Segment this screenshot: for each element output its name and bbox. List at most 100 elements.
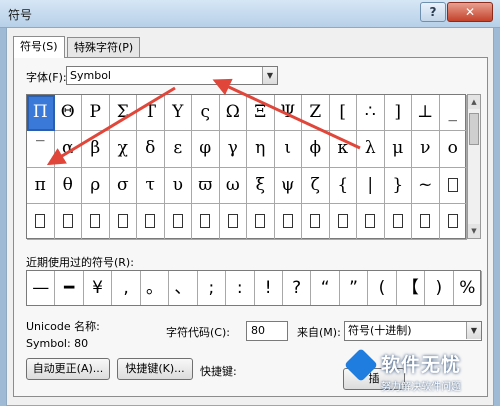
symbol-cell[interactable] bbox=[439, 203, 467, 240]
shortcut-label: 快捷键: bbox=[200, 365, 237, 378]
symbol-cell[interactable]: ε bbox=[164, 131, 192, 168]
font-select[interactable]: Symbol ▼ bbox=[66, 66, 278, 85]
symbol-cell[interactable]: ] bbox=[384, 95, 412, 132]
close-button[interactable]: ✕ bbox=[447, 2, 493, 22]
symbol-cell[interactable] bbox=[219, 203, 247, 240]
symbol-cell[interactable]: Ξ bbox=[247, 95, 275, 132]
symbol-cell[interactable]: Ω bbox=[219, 95, 247, 132]
symbol-cell[interactable]: λ bbox=[357, 131, 385, 168]
scroll-down-icon[interactable]: ▼ bbox=[468, 224, 480, 238]
chevron-down-icon[interactable]: ▼ bbox=[466, 322, 481, 339]
symbol-cell[interactable]: ω bbox=[219, 167, 247, 204]
tab-special-characters[interactable]: 特殊字符(P) bbox=[67, 37, 141, 57]
symbol-cell[interactable]: κ bbox=[329, 131, 357, 168]
help-button[interactable]: ? bbox=[420, 2, 446, 22]
symbol-cell[interactable] bbox=[137, 203, 165, 240]
symbol-cell[interactable]: φ bbox=[192, 131, 220, 168]
symbol-cell[interactable]: β bbox=[82, 131, 110, 168]
charcode-input[interactable]: 80 bbox=[246, 321, 288, 341]
symbol-cell[interactable] bbox=[164, 203, 192, 240]
symbol-cell[interactable]: ~ bbox=[412, 167, 440, 204]
symbol-cell[interactable]: ∴ bbox=[357, 95, 385, 132]
tab-symbols[interactable]: 符号(S) bbox=[13, 36, 65, 58]
symbol-cell[interactable]: σ bbox=[109, 167, 137, 204]
symbol-cell[interactable]: Θ bbox=[54, 95, 82, 132]
symbol-cell[interactable]: ο bbox=[439, 131, 467, 168]
symbol-cell[interactable]: ⊥ bbox=[412, 95, 440, 132]
symbol-cell[interactable]: Ψ bbox=[274, 95, 302, 132]
symbol-cell[interactable] bbox=[82, 203, 110, 240]
recent-symbol-cell[interactable]: 【 bbox=[397, 271, 426, 305]
recent-symbol-cell[interactable]: ━ bbox=[55, 271, 84, 305]
recent-symbol-cell[interactable]: ” bbox=[340, 271, 369, 305]
symbol-cell[interactable] bbox=[27, 203, 55, 240]
recent-symbol-cell[interactable]: ! bbox=[255, 271, 283, 305]
symbol-cell[interactable] bbox=[439, 167, 467, 204]
recent-symbols-label: 近期使用过的符号(R): bbox=[26, 256, 134, 269]
symbol-cell[interactable]: ς bbox=[192, 95, 220, 132]
recent-symbol-cell[interactable]: : bbox=[226, 271, 255, 305]
symbol-cell[interactable] bbox=[109, 203, 137, 240]
recent-symbol-cell[interactable]: 。 bbox=[141, 271, 170, 305]
symbol-cell[interactable]: τ bbox=[137, 167, 165, 204]
recent-symbol-cell[interactable]: ¥ bbox=[84, 271, 113, 305]
recent-symbol-cell[interactable]: — bbox=[27, 271, 56, 305]
symbol-cell[interactable]: α bbox=[54, 131, 82, 168]
recent-symbol-cell[interactable]: “ bbox=[311, 271, 340, 305]
symbol-cell[interactable]: | bbox=[357, 167, 385, 204]
recent-symbol-cell[interactable]: 、 bbox=[169, 271, 198, 305]
symbol-cell[interactable]: ϕ bbox=[302, 131, 330, 168]
symbol-cell[interactable] bbox=[357, 203, 385, 240]
symbol-cell[interactable]: Π bbox=[27, 95, 55, 132]
from-select[interactable]: 符号(十进制) ▼ bbox=[344, 321, 482, 341]
symbol-cell[interactable]: [ bbox=[329, 95, 357, 132]
symbol-cell[interactable]: Υ bbox=[164, 95, 192, 132]
symbol-cell[interactable]: ι bbox=[274, 131, 302, 168]
recent-symbol-cell[interactable]: % bbox=[454, 271, 482, 305]
symbol-cell[interactable]: } bbox=[384, 167, 412, 204]
symbol-cell[interactable]: υ bbox=[164, 167, 192, 204]
symbol-cell[interactable]: θ bbox=[54, 167, 82, 204]
missing-glyph-icon bbox=[365, 214, 376, 229]
chevron-down-icon[interactable]: ▼ bbox=[262, 67, 277, 84]
symbol-cell[interactable]: π bbox=[27, 167, 55, 204]
symbol-cell[interactable] bbox=[329, 203, 357, 240]
recent-symbol-cell[interactable]: ( bbox=[368, 271, 397, 305]
symbol-cell[interactable]: { bbox=[329, 167, 357, 204]
symbol-cell[interactable]: ϖ bbox=[192, 167, 220, 204]
symbol-cell[interactable]: γ bbox=[219, 131, 247, 168]
recent-symbol-cell[interactable]: ? bbox=[283, 271, 312, 305]
symbol-cell[interactable]: δ bbox=[137, 131, 165, 168]
symbol-cell[interactable] bbox=[412, 203, 440, 240]
symbol-cell[interactable]: Τ bbox=[137, 95, 165, 132]
symbol-cell[interactable]: ζ bbox=[302, 167, 330, 204]
symbol-cell[interactable]: μ bbox=[384, 131, 412, 168]
shortcut-key-button[interactable]: 快捷键(K)... bbox=[117, 358, 193, 380]
from-label: 来自(M): bbox=[297, 326, 341, 339]
recent-symbol-cell[interactable]: ; bbox=[198, 271, 227, 305]
symbol-grid-scrollbar[interactable]: ▲ ▼ bbox=[467, 94, 481, 239]
symbol-cell[interactable]: Ζ bbox=[302, 95, 330, 132]
symbol-cell[interactable] bbox=[384, 203, 412, 240]
symbol-cell[interactable]: Σ bbox=[109, 95, 137, 132]
missing-glyph-icon bbox=[117, 214, 128, 229]
symbol-cell[interactable] bbox=[54, 203, 82, 240]
symbol-cell[interactable]: ρ bbox=[82, 167, 110, 204]
symbol-cell[interactable]: _ bbox=[439, 95, 467, 132]
symbol-cell[interactable] bbox=[274, 203, 302, 240]
scroll-up-icon[interactable]: ▲ bbox=[468, 95, 480, 109]
symbol-cell[interactable]: ν bbox=[412, 131, 440, 168]
scrollbar-thumb[interactable] bbox=[469, 113, 479, 145]
recent-symbol-cell[interactable]: , bbox=[112, 271, 141, 305]
symbol-cell[interactable]: ψ bbox=[274, 167, 302, 204]
symbol-cell[interactable]: ξ bbox=[247, 167, 275, 204]
recent-symbol-cell[interactable]: ) bbox=[425, 271, 454, 305]
symbol-cell[interactable]: Ρ bbox=[82, 95, 110, 132]
symbol-cell[interactable]: χ bbox=[109, 131, 137, 168]
symbol-cell[interactable] bbox=[192, 203, 220, 240]
symbol-cell[interactable]: ‾ bbox=[27, 131, 55, 168]
autocorrect-button[interactable]: 自动更正(A)... bbox=[26, 358, 110, 380]
symbol-cell[interactable] bbox=[247, 203, 275, 240]
symbol-cell[interactable]: η bbox=[247, 131, 275, 168]
symbol-cell[interactable] bbox=[302, 203, 330, 240]
